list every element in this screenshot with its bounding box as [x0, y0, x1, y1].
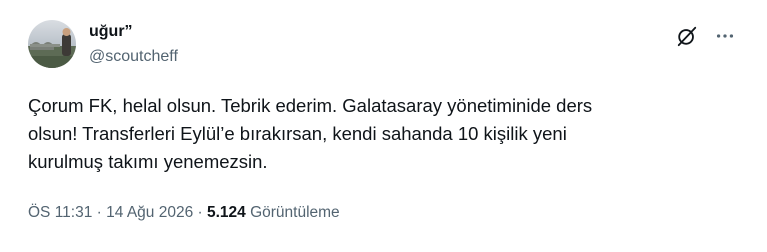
grok-icon — [677, 26, 697, 47]
avatar-image — [28, 20, 76, 68]
meta-separator: · — [193, 204, 207, 221]
grok-button[interactable] — [675, 24, 699, 48]
tweet-text: Çorum FK, helal olsun. Tebrik ederim. Ga… — [28, 95, 593, 172]
views-label: Görüntüleme — [245, 204, 340, 221]
author-display-name[interactable]: uğur” — [89, 22, 178, 42]
meta-separator: · — [92, 204, 107, 221]
more-dots-icon — [716, 34, 734, 38]
tweet-date[interactable]: 14 Ağu 2026 — [106, 204, 193, 221]
tweet-meta: ÖS 11:31 · 14 Ağu 2026 · 5.124 Görüntüle… — [28, 203, 340, 223]
tweet-top-actions — [675, 24, 737, 48]
views-count: 5.124 — [206, 204, 246, 221]
author-handle[interactable]: @scoutcheff — [89, 47, 178, 67]
tweet-time[interactable]: ÖS 11:31 — [28, 204, 92, 221]
tweet-card: uğur” @scoutcheff Çorum FK, helal olsun.… — [0, 0, 767, 252]
more-button[interactable] — [713, 24, 737, 48]
avatar[interactable] — [28, 20, 76, 68]
author-block: uğur” @scoutcheff — [89, 22, 178, 67]
